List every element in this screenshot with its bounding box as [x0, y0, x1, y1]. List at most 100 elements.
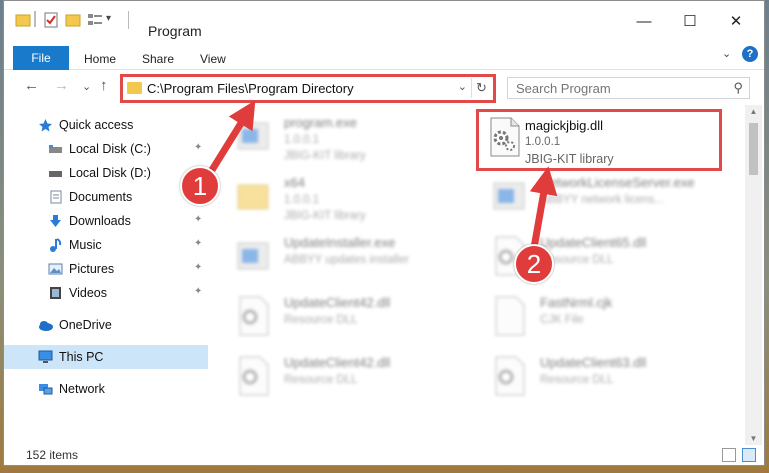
up-button[interactable]: ↑ — [100, 77, 108, 94]
file-item[interactable]: FastNrml.cjk CJK File — [482, 289, 730, 347]
address-bar[interactable]: C:\Program Files\Program Directory ⌄ ↻ — [120, 74, 496, 103]
sidebar-item-this-pc[interactable]: This PC — [4, 345, 208, 369]
network-icon — [38, 382, 53, 396]
tab-view[interactable]: View — [200, 52, 226, 66]
documents-icon — [48, 190, 63, 204]
file-name: FastNrml.cjk — [540, 295, 613, 310]
sidebar-item-network[interactable]: Network — [4, 377, 208, 401]
sidebar-item-pictures[interactable]: Pictures ✦ — [4, 257, 208, 281]
sidebar-item-local-disk-d[interactable]: Local Disk (D:) — [4, 161, 208, 185]
file-name: UpdateClient42.dll — [284, 355, 391, 370]
customize-toolbar-chevron-icon[interactable]: ▾ — [106, 13, 124, 31]
file-name: UpdateClient63.dll — [540, 355, 647, 370]
vertical-scrollbar[interactable]: ▲ ▼ — [745, 105, 762, 445]
refresh-button[interactable]: ↻ — [471, 78, 491, 98]
downloads-icon — [48, 214, 63, 228]
music-icon — [48, 238, 63, 252]
scroll-down-icon[interactable]: ▼ — [745, 434, 762, 443]
title-separator — [34, 11, 36, 27]
pin-icon: ✦ — [194, 286, 203, 297]
sidebar-item-local-disk-c[interactable]: Local Disk (C:) ✦ — [4, 137, 208, 161]
navigation-pane: Quick access Local Disk (C:) ✦ Local Dis… — [4, 105, 208, 445]
sidebar-item-quick-access[interactable]: Quick access — [4, 113, 208, 137]
minimize-button[interactable]: — — [624, 13, 664, 31]
annotation-marker-1: 1 — [180, 166, 220, 206]
drive-icon — [48, 142, 63, 156]
sidebar-item-label: Videos — [69, 286, 107, 300]
dll-gear-icon — [234, 355, 272, 397]
dll-gear-icon — [234, 295, 272, 337]
sidebar-item-label: Music — [69, 238, 102, 252]
sidebar-item-videos[interactable]: Videos ✦ — [4, 281, 208, 305]
file-item[interactable]: UpdateClient42.dll Resource DLL — [226, 349, 474, 407]
tab-share[interactable]: Share — [142, 52, 174, 66]
address-path[interactable]: C:\Program Files\Program Directory — [147, 81, 354, 96]
file-name: UpdateInstaller.exe — [284, 235, 396, 250]
file-icon — [490, 295, 528, 337]
file-description: Resource DLL — [284, 374, 358, 386]
expand-ribbon-icon[interactable]: ⌄ — [722, 47, 736, 61]
title-bar: ▾ Program — ☐ ✕ — [4, 1, 764, 41]
file-item[interactable]: UpdateClient42.dll Resource DLL — [226, 289, 474, 347]
sidebar-item-label: Local Disk (D:) — [69, 166, 151, 180]
sidebar-item-label: Documents — [69, 190, 133, 204]
file-name: program.exe — [284, 115, 357, 130]
search-input[interactable] — [516, 81, 716, 96]
file-item-highlighted[interactable]: magickjbig.dll 1.0.0.1 JBIG-KIT library — [476, 109, 722, 171]
file-version: 1.0.0.1 — [284, 194, 320, 206]
file-list: program.exe 1.0.0.1 JBIG-KIT library mag… — [212, 105, 744, 445]
file-item[interactable]: program.exe 1.0.0.1 JBIG-KIT library — [226, 109, 474, 167]
file-description: ABBYY updates installer — [284, 254, 410, 266]
sidebar-item-onedrive[interactable]: OneDrive — [4, 313, 208, 337]
dll-gear-icon — [490, 355, 528, 397]
search-icon[interactable]: ⚲ — [733, 80, 743, 96]
ribbon-tabs: File Home Share View ⌄ ? — [4, 41, 764, 70]
title-separator — [128, 11, 129, 29]
folder-icon[interactable] — [14, 11, 32, 29]
sidebar-item-music[interactable]: Music ✦ — [4, 233, 208, 257]
sidebar-item-label: Pictures — [69, 262, 115, 276]
file-item[interactable]: x64 1.0.0.1 JBIG-KIT library — [226, 169, 474, 227]
help-icon[interactable]: ? — [742, 46, 758, 62]
videos-icon — [48, 286, 63, 300]
file-name: NetworkLicenseServer.exe — [540, 175, 695, 190]
address-dropdown-icon[interactable]: ⌄ — [458, 80, 467, 93]
tiles-view-icon[interactable] — [742, 448, 756, 462]
pin-icon: ✦ — [194, 214, 203, 225]
back-button[interactable]: ← — [24, 77, 39, 94]
tab-home[interactable]: Home — [84, 52, 116, 66]
file-name: magickjbig.dll — [525, 118, 604, 133]
details-view-icon[interactable] — [722, 448, 736, 462]
annotation-marker-2: 2 — [514, 244, 554, 284]
file-name: UpdateClient65.dll — [540, 235, 647, 250]
file-name: UpdateClient42.dll — [284, 295, 391, 310]
onedrive-icon — [38, 318, 53, 332]
drive-icon — [48, 166, 63, 180]
tab-file[interactable]: File — [13, 46, 69, 70]
pin-icon: ✦ — [194, 262, 203, 273]
file-item[interactable]: UpdateClient63.dll Resource DLL — [482, 349, 730, 407]
recent-locations-button[interactable]: ⌄ — [82, 80, 91, 93]
file-version: 1.0.0.1 — [525, 136, 561, 148]
sidebar-item-label: This PC — [59, 350, 104, 364]
scroll-up-icon[interactable]: ▲ — [745, 107, 762, 116]
new-folder-icon[interactable] — [64, 11, 82, 29]
sidebar-item-documents[interactable]: Documents — [4, 185, 208, 209]
sidebar-item-downloads[interactable]: Downloads ✦ — [4, 209, 208, 233]
properties-icon[interactable] — [42, 11, 60, 29]
sidebar-item-label: Local Disk (C:) — [69, 142, 151, 156]
file-item[interactable]: UpdateInstaller.exe ABBYY updates instal… — [226, 229, 474, 287]
forward-button[interactable]: → — [54, 77, 69, 94]
item-count: 152 items — [26, 448, 79, 462]
close-button[interactable]: ✕ — [716, 13, 756, 31]
maximize-button[interactable]: ☐ — [670, 13, 710, 31]
exe-icon — [234, 235, 272, 277]
file-description: JBIG-KIT library — [525, 152, 614, 166]
pin-icon: ✦ — [194, 142, 203, 153]
file-item[interactable]: NetworkLicenseServer.exe ABBYY network l… — [482, 169, 730, 227]
view-options-icon[interactable] — [86, 11, 104, 29]
scroll-thumb[interactable] — [749, 123, 758, 175]
search-box[interactable]: ⚲ — [507, 77, 750, 99]
pin-icon: ✦ — [194, 238, 203, 249]
sidebar-item-label: Quick access — [59, 118, 134, 132]
